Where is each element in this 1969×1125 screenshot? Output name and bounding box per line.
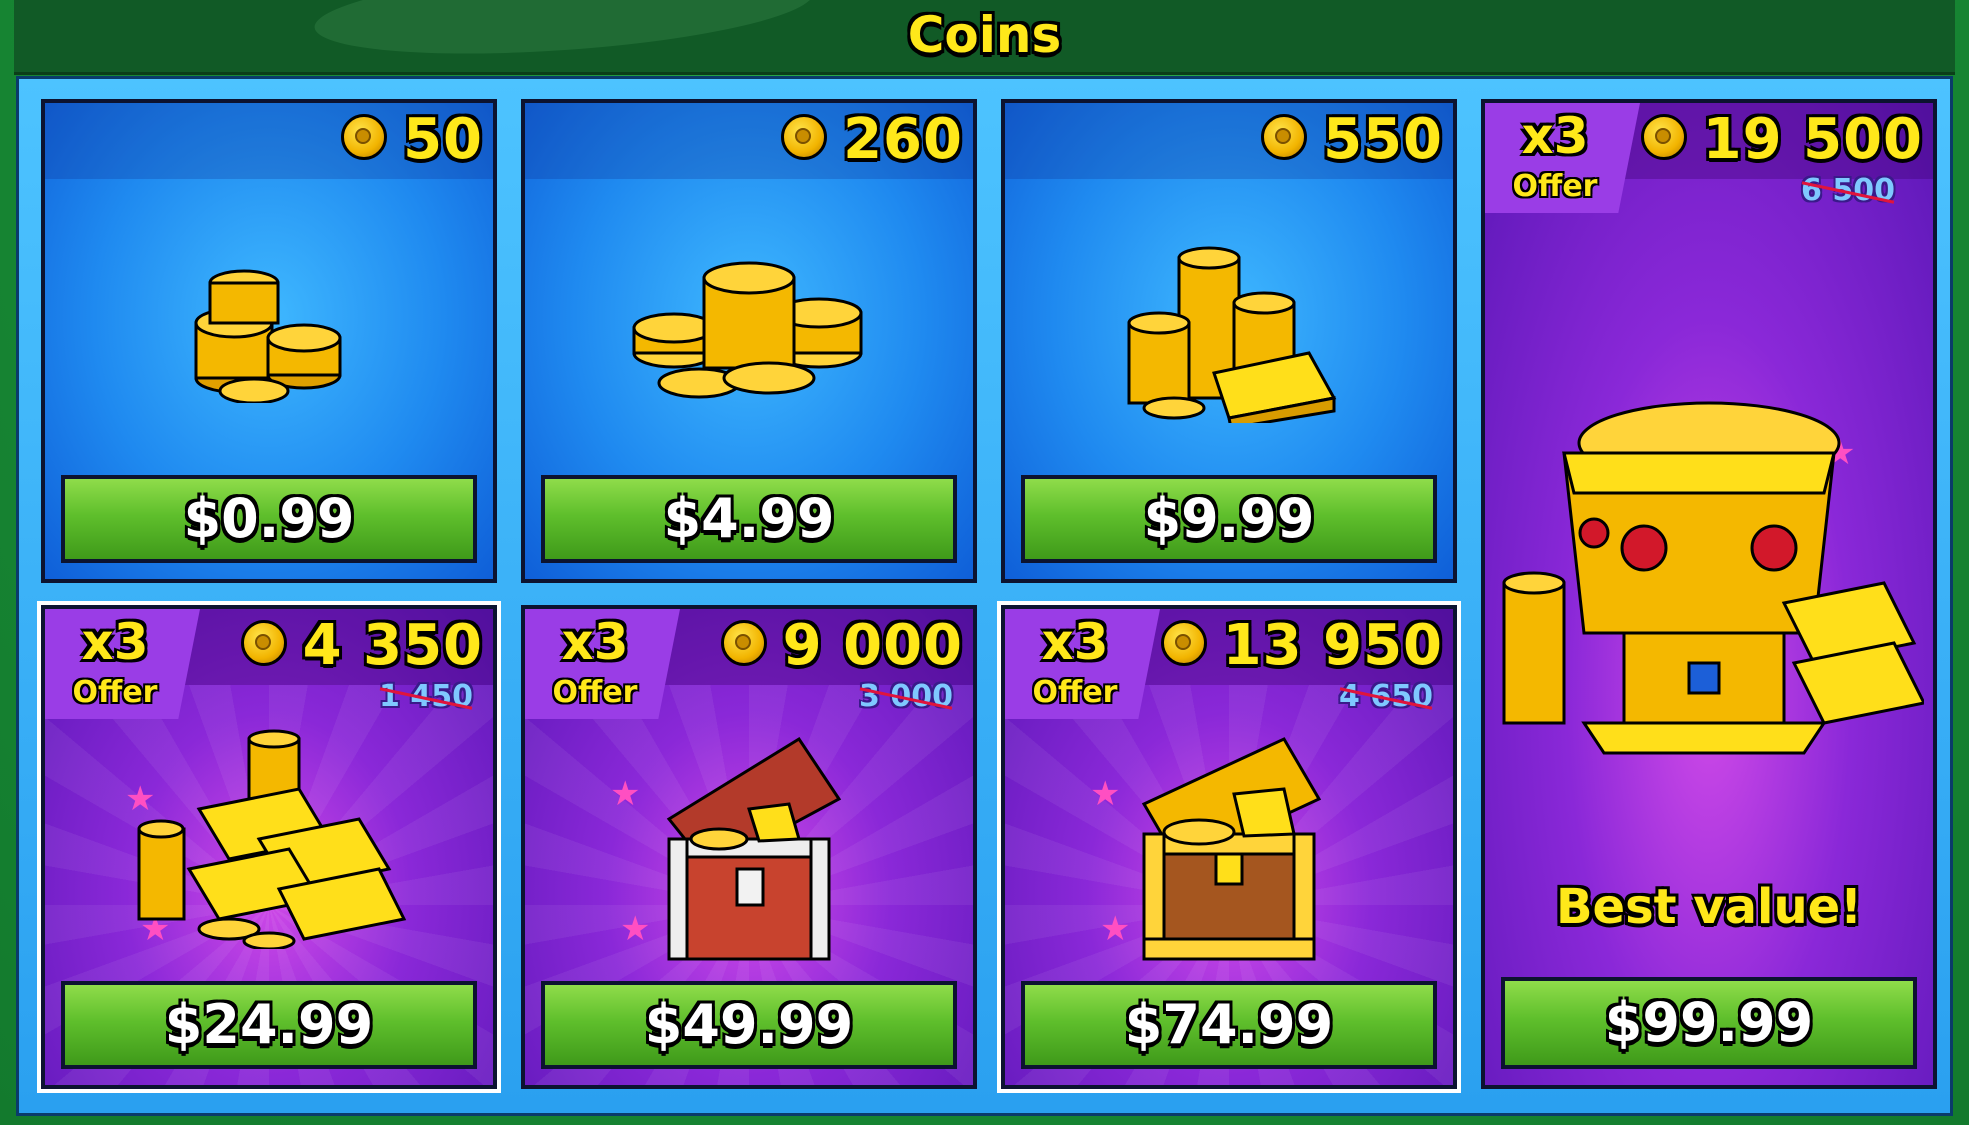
pack-amount: 260 (781, 107, 963, 172)
shop-screen: Coins 50 $0.99 260 $4.99 550 $9.99 x3 Of… (0, 0, 1969, 1125)
buy-button-9000[interactable]: $49.99 (541, 981, 957, 1069)
pack-amount: 50 (341, 107, 483, 172)
small-coin-stack-icon (194, 269, 342, 403)
pack-amount: 4 350 (240, 613, 483, 678)
coins-and-gold-bar-icon (1127, 246, 1337, 423)
coin-pack-card-50: 50 $0.99 (41, 99, 497, 583)
coin-icon (1261, 113, 1308, 160)
offer-label: Offer (1032, 675, 1118, 710)
offer-badge: x3 Offer (1005, 609, 1160, 719)
pack-amount-value: 260 (843, 107, 963, 172)
coin-icon (1640, 113, 1687, 160)
coin-pack-card-550: 550 $9.99 (1001, 99, 1457, 583)
coin-pack-card-9000: x3 Offer 9 000 3 000 ★ ★ $49.99 (521, 605, 977, 1089)
pack-amount-value: 13 950 (1222, 613, 1443, 678)
star-icon: ★ (1090, 774, 1121, 814)
offer-label: Offer (72, 675, 158, 710)
offer-badge: x3 Offer (1485, 103, 1640, 213)
pack-amount: 19 500 (1640, 107, 1923, 172)
old-amount: 3 000 (859, 679, 953, 714)
offer-badge: x3 Offer (45, 609, 200, 719)
pack-amount-value: 19 500 (1702, 107, 1923, 172)
old-amount: 4 650 (1339, 679, 1433, 714)
pack-amount-value: 50 (403, 107, 483, 172)
buy-button-4350[interactable]: $24.99 (61, 981, 477, 1069)
coin-icon (240, 619, 287, 666)
star-icon: ★ (610, 774, 641, 814)
page-title: Coins (907, 6, 1062, 64)
wooden-treasure-chest-icon (666, 736, 842, 961)
title-bar: Coins (14, 0, 1955, 75)
coin-pack-card-19500: x3 Offer 19 500 6 500 ★ Best value! $99.… (1481, 99, 1937, 1089)
pack-amount-value: 9 000 (782, 613, 963, 678)
coin-icon (1160, 619, 1207, 666)
offer-multiplier: x3 (81, 613, 149, 671)
coin-icon (341, 113, 388, 160)
buy-button-550[interactable]: $9.99 (1021, 475, 1437, 563)
coin-pack-card-13950: x3 Offer 13 950 4 650 ★ ★ $74.99 (997, 601, 1461, 1093)
old-amount: 1 450 (379, 679, 473, 714)
offer-multiplier: x3 (1041, 613, 1109, 671)
buy-button-50[interactable]: $0.99 (61, 475, 477, 563)
coin-pile-icon (632, 261, 863, 399)
offer-multiplier: x3 (1521, 107, 1589, 165)
best-value-label: Best value! (1555, 879, 1863, 935)
coin-pack-card-260: 260 $4.99 (521, 99, 977, 583)
coin-icon (720, 619, 767, 666)
offer-label: Offer (552, 675, 638, 710)
pack-amount-value: 4 350 (302, 613, 483, 678)
buy-button-260[interactable]: $4.99 (541, 475, 957, 563)
pack-amount: 550 (1261, 107, 1443, 172)
gold-treasure-chest-icon (1141, 737, 1322, 961)
pack-amount-value: 550 (1323, 107, 1443, 172)
gold-bars-pile-icon (137, 729, 407, 949)
coin-packs-panel: 50 $0.99 260 $4.99 550 $9.99 x3 Offer 19… (16, 76, 1953, 1116)
pack-amount: 13 950 (1160, 613, 1443, 678)
star-icon: ★ (620, 909, 651, 949)
coin-pack-card-4350: x3 Offer 4 350 1 450 ★ ★ $24.99 (37, 601, 501, 1093)
pack-amount: 9 000 (720, 613, 963, 678)
old-amount: 6 500 (1801, 173, 1895, 208)
buy-button-19500[interactable]: $99.99 (1501, 977, 1917, 1069)
offer-multiplier: x3 (561, 613, 629, 671)
coin-icon (781, 113, 828, 160)
offer-label: Offer (1512, 169, 1598, 204)
buy-button-13950[interactable]: $74.99 (1021, 981, 1437, 1069)
offer-badge: x3 Offer (525, 609, 680, 719)
golden-treasure-chest-tower-icon (1502, 401, 1924, 755)
